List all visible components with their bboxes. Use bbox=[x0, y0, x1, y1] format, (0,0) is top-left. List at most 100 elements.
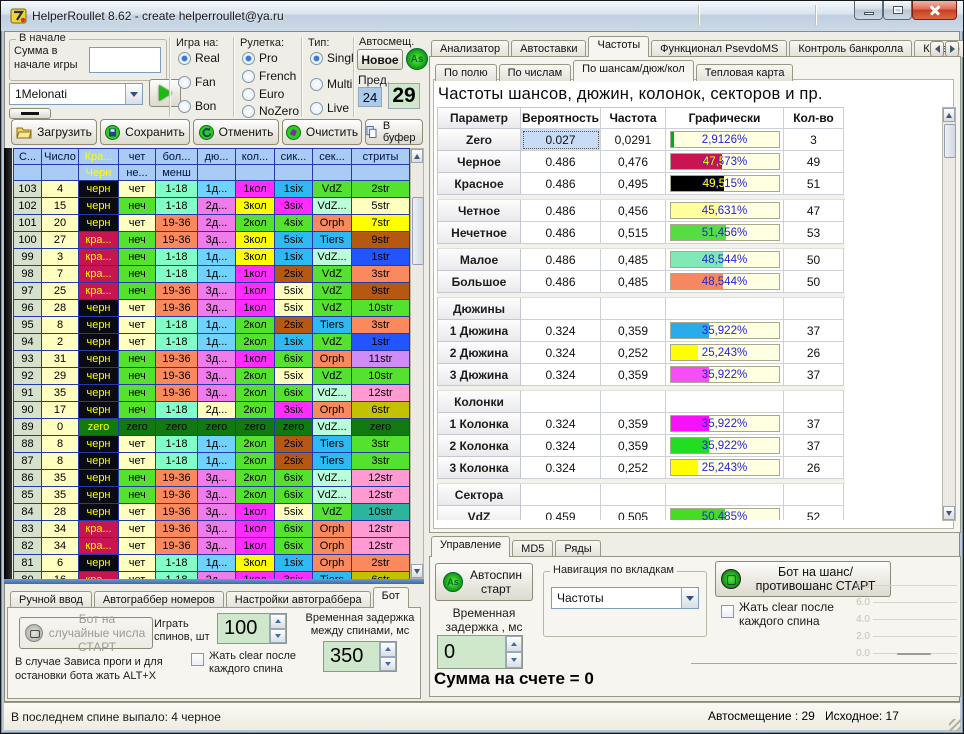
history-cell[interactable]: 19-36 bbox=[156, 470, 198, 487]
history-cell[interactable]: 90 bbox=[14, 402, 42, 419]
minimize-button[interactable] bbox=[854, 1, 883, 20]
history-cell[interactable]: 1-18 bbox=[156, 266, 198, 283]
history-cell[interactable]: чет bbox=[119, 181, 156, 198]
freq-param-cell[interactable]: Красное bbox=[437, 173, 521, 195]
history-cell[interactable]: VdZ... bbox=[313, 419, 352, 436]
freq-cell[interactable]: 0,252 bbox=[601, 457, 666, 479]
control-tab-1[interactable]: MD5 bbox=[512, 540, 553, 557]
history-cell[interactable]: 31 bbox=[42, 351, 79, 368]
freq-cell[interactable]: 53 bbox=[784, 222, 844, 244]
history-cell[interactable]: неч bbox=[119, 385, 156, 402]
history-cell[interactable]: неч bbox=[119, 232, 156, 249]
freq-cell[interactable]: 2,9126% bbox=[666, 129, 784, 151]
history-cell[interactable]: 5six bbox=[275, 300, 313, 317]
scroll-thumb[interactable] bbox=[944, 124, 956, 158]
history-cell[interactable]: 3д... bbox=[198, 283, 236, 300]
history-cell[interactable]: 2кол bbox=[236, 402, 275, 419]
freq-cell[interactable]: 25,243% bbox=[666, 457, 784, 479]
history-cell[interactable]: 87 bbox=[14, 453, 42, 470]
history-cell[interactable]: 6six bbox=[275, 487, 313, 504]
freq-cell[interactable] bbox=[784, 391, 844, 413]
freq-param-cell[interactable]: 3 Колонка bbox=[437, 457, 521, 479]
history-cell[interactable]: 2кол bbox=[236, 368, 275, 385]
history-cell[interactable]: 1кол bbox=[236, 283, 275, 300]
freq-cell[interactable]: 0,485 bbox=[601, 271, 666, 293]
history-cell[interactable]: 88 bbox=[14, 436, 42, 453]
history-cell[interactable]: Orph bbox=[313, 555, 352, 572]
history-cell[interactable]: 0 bbox=[42, 419, 79, 436]
freq-cell[interactable]: 0,0291 bbox=[601, 129, 666, 151]
history-cell[interactable]: 1д... bbox=[198, 555, 236, 572]
freq-cell[interactable]: 45,631% bbox=[666, 200, 784, 222]
freq-cell[interactable]: 47,573%47,573% bbox=[666, 151, 784, 173]
nav-combo[interactable]: Частоты bbox=[551, 587, 699, 609]
freq-subtab-0[interactable]: По полю bbox=[435, 64, 497, 81]
history-cell[interactable]: 84 bbox=[14, 504, 42, 521]
history-cell[interactable]: 1кол bbox=[236, 300, 275, 317]
freq-cell[interactable]: 0,252 bbox=[601, 342, 666, 364]
close-button[interactable] bbox=[912, 1, 957, 20]
copy-buffer-button[interactable]: В буфер bbox=[365, 119, 423, 145]
freq-param-cell[interactable]: Дюжины bbox=[437, 298, 521, 320]
history-cell[interactable]: 2д... bbox=[198, 402, 236, 419]
history-cell[interactable]: 19-36 bbox=[156, 521, 198, 538]
freq-cell[interactable]: 51 bbox=[784, 173, 844, 195]
history-cell[interactable]: 2str bbox=[352, 555, 410, 572]
history-cell[interactable]: неч bbox=[119, 283, 156, 300]
freq-param-cell[interactable]: Колонки bbox=[437, 391, 521, 413]
history-cell[interactable]: 2кол bbox=[236, 317, 275, 334]
history-cell[interactable]: неч bbox=[119, 470, 156, 487]
autoshift-as-icon[interactable]: As bbox=[406, 48, 428, 70]
history-cell[interactable]: 2six bbox=[275, 266, 313, 283]
history-cell[interactable]: 7 bbox=[42, 266, 79, 283]
history-cell[interactable]: неч bbox=[119, 368, 156, 385]
history-cell[interactable]: 1д... bbox=[198, 453, 236, 470]
history-cell[interactable]: сек... bbox=[313, 149, 352, 165]
freq-cell[interactable]: 0.324 bbox=[521, 364, 601, 386]
history-cell[interactable]: 19-36 bbox=[156, 538, 198, 555]
history-cell[interactable]: 1-18 bbox=[156, 555, 198, 572]
history-cell[interactable]: VdZ bbox=[313, 334, 352, 351]
freq-param-cell[interactable]: VdZ bbox=[437, 506, 521, 520]
freq-cell[interactable]: 50 bbox=[784, 271, 844, 293]
freq-cell[interactable]: 0.486 bbox=[521, 271, 601, 293]
history-cell[interactable]: черн bbox=[79, 334, 119, 351]
freq-subtab-3[interactable]: Тепловая карта bbox=[696, 64, 794, 81]
main-tab-1[interactable]: Автоставки bbox=[511, 40, 586, 57]
scroll-down-icon[interactable] bbox=[943, 506, 955, 520]
freq-cell[interactable]: 35,922% bbox=[666, 413, 784, 435]
freq-cell[interactable]: 0.459 bbox=[521, 506, 601, 520]
history-cell[interactable]: 3д... bbox=[198, 232, 236, 249]
history-cell[interactable]: 2кол bbox=[236, 385, 275, 402]
freq-param-cell[interactable]: 2 Колонка bbox=[437, 435, 521, 457]
freq-cell[interactable]: 0,359 bbox=[601, 320, 666, 342]
left-tab-0[interactable]: Ручной ввод bbox=[10, 591, 92, 608]
history-cell[interactable]: 34 bbox=[42, 538, 79, 555]
radio-bon[interactable]: Bon bbox=[178, 99, 216, 113]
history-cell[interactable]: черн bbox=[79, 436, 119, 453]
history-cell[interactable]: zero bbox=[156, 419, 198, 436]
history-cell[interactable]: 1-18 bbox=[156, 249, 198, 266]
history-cell[interactable]: 10str bbox=[352, 504, 410, 521]
freq-cell[interactable]: 49,515%49,515% bbox=[666, 173, 784, 195]
history-cell[interactable]: 1кол bbox=[236, 181, 275, 198]
history-cell[interactable]: С... bbox=[14, 149, 42, 165]
freq-cell[interactable] bbox=[666, 298, 784, 320]
history-cell[interactable]: черн bbox=[79, 453, 119, 470]
history-cell[interactable]: 5six bbox=[275, 232, 313, 249]
freq-cell[interactable] bbox=[666, 484, 784, 506]
history-cell[interactable]: 1д... bbox=[198, 249, 236, 266]
history-cell[interactable]: чет bbox=[119, 436, 156, 453]
history-cell[interactable]: 10str bbox=[352, 300, 410, 317]
history-cell[interactable]: 2д... bbox=[198, 572, 236, 579]
freq-param-cell[interactable]: 1 Дюжина bbox=[437, 320, 521, 342]
maximize-button[interactable] bbox=[883, 1, 912, 20]
history-cell[interactable]: 1six bbox=[275, 555, 313, 572]
freq-cell[interactable]: 48,544% bbox=[666, 249, 784, 271]
history-cell[interactable]: чет bbox=[119, 334, 156, 351]
history-cell[interactable]: zero bbox=[198, 419, 236, 436]
main-tab-3[interactable]: Функционал PsevdoMS bbox=[651, 40, 787, 57]
history-cell[interactable]: 89 bbox=[14, 419, 42, 436]
freq-subtab-1[interactable]: По числам bbox=[499, 64, 572, 81]
freq-cell[interactable]: 35,922% bbox=[666, 435, 784, 457]
